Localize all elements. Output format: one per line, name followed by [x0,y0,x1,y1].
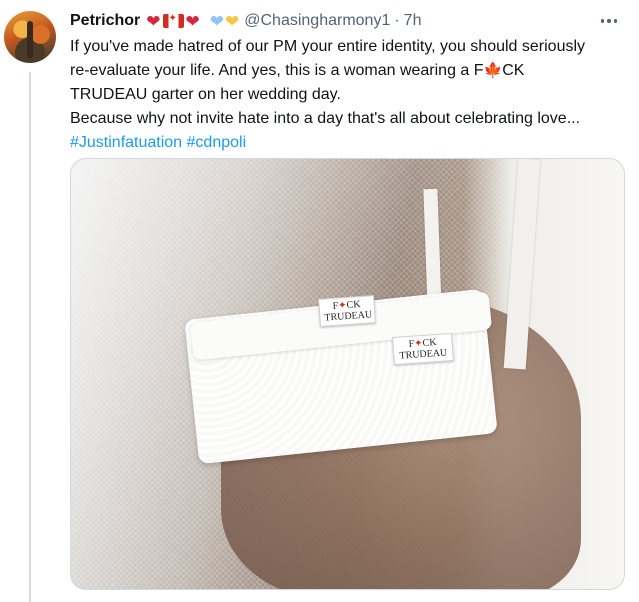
hashtag-link[interactable]: #Justinfatuation [70,134,182,151]
hashtag-line: #Justinfatuation #cdnpoli [70,131,630,155]
emoji-badges: ❤ ❤ ❤ ❤ [146,13,239,30]
avatar[interactable] [4,11,56,63]
yellow-heart-icon: ❤ [225,11,240,31]
red-heart-icon: ❤ [185,11,200,31]
display-name[interactable]: Petrichor [70,12,140,30]
garter-tag: F✦CK TRUDEAU [318,295,376,327]
user-handle[interactable]: @Chasingharmony1 [244,12,390,30]
more-options-icon[interactable] [599,12,619,30]
tweet-text-line: re-evaluate your life. And yes, this is … [70,62,525,79]
timestamp[interactable]: 7h [404,12,422,30]
tweet[interactable]: Petrichor ❤ ❤ ❤ ❤ @Chasingharmony1 · 7h … [0,0,639,602]
tweet-text: If you've made hatred of our PM your ent… [70,35,630,155]
canada-flag-icon [162,13,184,28]
tweet-text-line: If you've made hatred of our PM your ent… [70,38,586,55]
separator-dot: · [394,12,400,29]
thread-line [29,72,31,602]
tweet-text-line: TRUDEAU garter on her wedding day. [70,86,341,103]
red-heart-icon: ❤ [146,11,161,31]
tweet-text-line: Because why not invite hate into a day t… [70,110,581,127]
tweet-image[interactable]: F✦CK TRUDEAU F✦CK TRUDEAU [70,158,625,590]
tweet-header: Petrichor ❤ ❤ ❤ ❤ @Chasingharmony1 · 7h [70,10,421,32]
maple-leaf-icon: 🍁 [483,62,503,79]
blue-heart-icon: ❤ [209,11,224,31]
hashtag-link[interactable]: #cdnpoli [187,134,247,151]
garter-tag: F✦CK TRUDEAU [392,332,454,366]
